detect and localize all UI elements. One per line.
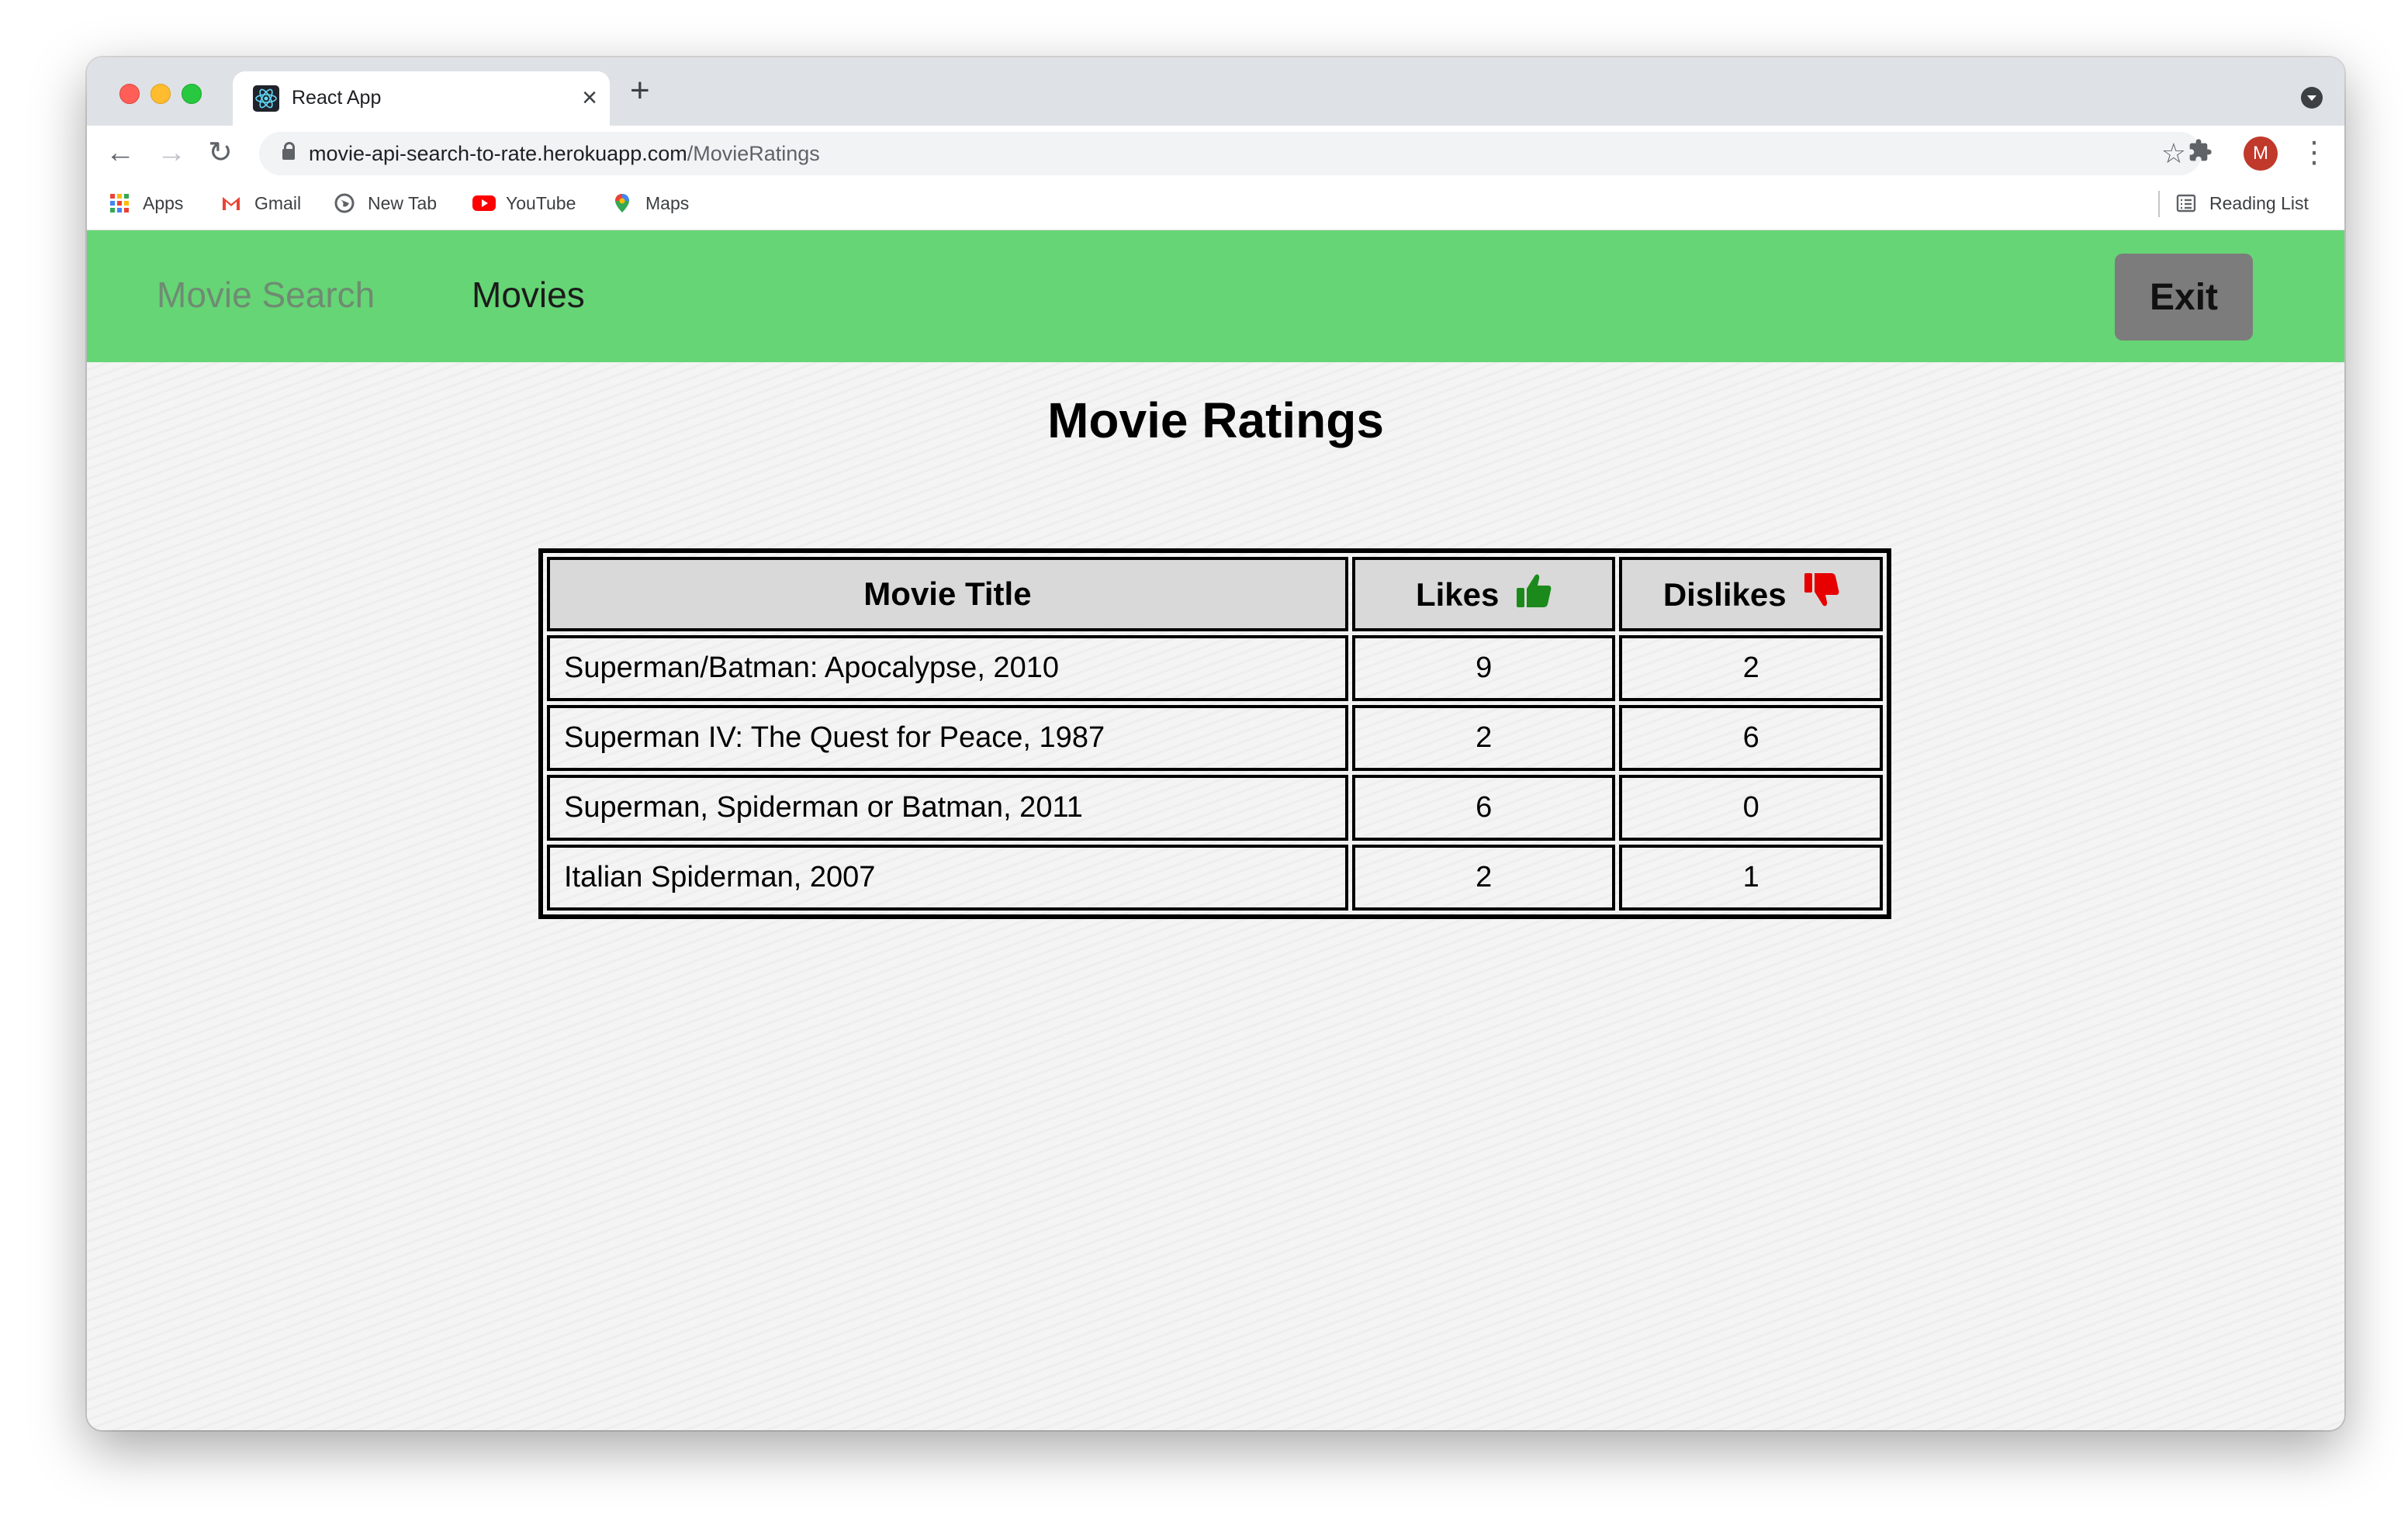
bookmark-label: Apps (143, 192, 184, 213)
tab-strip: React App × + (87, 57, 2344, 126)
maximize-window-button[interactable] (182, 84, 202, 104)
bookmark-star-icon[interactable]: ☆ (2161, 136, 2186, 171)
bookmark-new-tab[interactable]: New Tab (334, 192, 437, 214)
bookmark-gmail[interactable]: Gmail (220, 192, 301, 214)
url-host: movie-api-search-to-rate.herokuapp.com (309, 142, 687, 165)
gmail-icon (220, 192, 242, 214)
table-header-row: Movie Title Likes Dislikes (547, 557, 1883, 631)
react-favicon-icon (253, 85, 279, 112)
column-header-dislikes: Dislikes (1619, 557, 1883, 631)
likes-cell: 2 (1351, 705, 1616, 771)
bookmark-maps[interactable]: Maps (611, 192, 689, 214)
table-row: Superman IV: The Quest for Peace, 1987 2… (547, 705, 1883, 771)
url-text[interactable]: movie-api-search-to-rate.herokuapp.com/M… (309, 142, 820, 166)
movie-title-cell: Italian Spiderman, 2007 (547, 845, 1348, 911)
kebab-menu-icon[interactable]: ⋮ (2299, 133, 2329, 172)
bookmarks-bar: Apps Gmail New Tab YouTube Maps Reading … (87, 181, 2344, 230)
browser-toolbar: ← → ↻ movie-api-search-to-rate.herokuapp… (87, 126, 2344, 181)
column-header-title: Movie Title (547, 557, 1348, 631)
browser-tab[interactable]: React App × (233, 71, 610, 126)
browser-window: React App × + ← → ↻ movie-api-search-to-… (87, 57, 2344, 1430)
forward-arrow-icon[interactable]: → (157, 133, 186, 172)
table-row: Italian Spiderman, 2007 2 1 (547, 845, 1883, 911)
ratings-table: Movie Title Likes Dislikes Superman/Batm… (538, 548, 1891, 919)
new-tab-button[interactable]: + (630, 71, 650, 110)
dislikes-cell: 6 (1619, 705, 1883, 771)
likes-cell: 9 (1351, 635, 1616, 701)
table-row: Superman, Spiderman or Batman, 2011 6 0 (547, 775, 1883, 841)
header-label: Dislikes (1662, 576, 1787, 613)
bookmarks-divider (2158, 191, 2160, 217)
reload-icon[interactable]: ↻ (208, 133, 233, 172)
tab-search-icon[interactable] (2301, 87, 2323, 109)
likes-cell: 6 (1351, 775, 1616, 841)
url-path: /MovieRatings (687, 142, 820, 165)
address-bar[interactable]: movie-api-search-to-rate.herokuapp.com/M… (259, 132, 2202, 175)
bookmark-label: YouTube (506, 192, 576, 213)
globe-icon (334, 192, 355, 214)
page-title: Movie Ratings (1047, 392, 1384, 448)
likes-cell: 2 (1351, 845, 1616, 911)
bookmark-apps[interactable]: Apps (109, 192, 183, 214)
dislikes-cell: 0 (1619, 775, 1883, 841)
dislikes-cell: 1 (1619, 845, 1883, 911)
app-navbar: Movie Search Movies Exit (87, 230, 2344, 362)
bookmark-label: Gmail (254, 192, 302, 213)
dislikes-cell: 2 (1619, 635, 1883, 701)
reading-list-button[interactable]: Reading List (2175, 192, 2309, 214)
exit-button[interactable]: Exit (2115, 254, 2253, 340)
youtube-icon (472, 192, 496, 214)
nav-link-movies[interactable]: Movies (472, 274, 585, 316)
extensions-puzzle-icon[interactable] (2188, 135, 2213, 172)
header-label: Movie Title (863, 575, 1032, 612)
minimize-window-button[interactable] (150, 84, 171, 104)
movie-title-cell: Superman/Batman: Apocalypse, 2010 (547, 635, 1348, 701)
movie-title-cell: Superman, Spiderman or Batman, 2011 (547, 775, 1348, 841)
back-arrow-icon[interactable]: ← (106, 133, 135, 172)
table-row: Superman/Batman: Apocalypse, 2010 9 2 (547, 635, 1883, 701)
lock-icon[interactable] (282, 142, 295, 160)
column-header-likes: Likes (1351, 557, 1616, 631)
apps-grid-icon (109, 192, 130, 214)
profile-avatar[interactable]: M (2244, 137, 2278, 171)
maps-pin-icon (611, 192, 633, 214)
bookmark-label: Maps (645, 192, 690, 213)
reading-list-label: Reading List (2209, 192, 2309, 213)
movie-title-cell: Superman IV: The Quest for Peace, 1987 (547, 705, 1348, 771)
tab-title: React App (292, 87, 382, 109)
reading-list-icon (2175, 192, 2197, 214)
nav-link-movie-search[interactable]: Movie Search (157, 274, 375, 316)
tab-close-icon[interactable]: × (582, 82, 597, 113)
header-label: Likes (1415, 576, 1500, 613)
thumbs-down-icon (1804, 572, 1839, 617)
bookmark-label: New Tab (368, 192, 438, 213)
bookmark-youtube[interactable]: YouTube (472, 192, 576, 214)
close-window-button[interactable] (119, 84, 140, 104)
thumbs-up-icon (1516, 572, 1552, 617)
page-content: Movie Search Movies Exit Movie Ratings M… (87, 230, 2344, 1430)
